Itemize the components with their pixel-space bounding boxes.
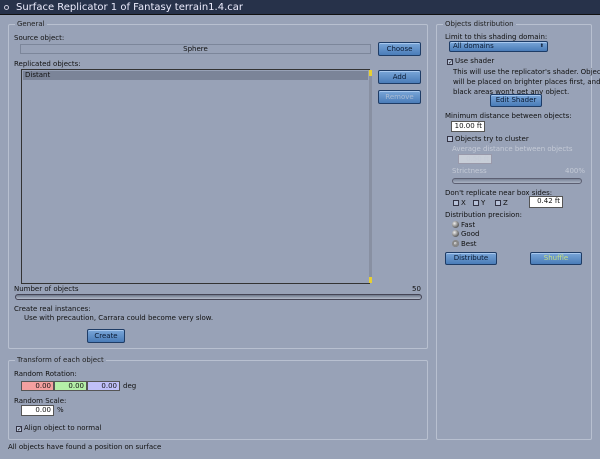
box-distance-field[interactable]: 0.42 ft <box>529 196 563 208</box>
strictness-label: Strictness <box>452 167 487 175</box>
min-distance-field[interactable]: 10.00 ft <box>451 121 485 132</box>
general-legend: General <box>15 20 47 28</box>
create-button[interactable]: Create <box>87 329 125 343</box>
box-z-checkbox[interactable]: Z <box>495 199 508 207</box>
create-warning: Use with precaution, Carrara could becom… <box>24 314 214 322</box>
status-text: All objects have found a position on sur… <box>8 443 162 451</box>
cluster-checkbox[interactable]: Objects try to cluster <box>447 135 529 143</box>
list-scrollbar[interactable] <box>369 70 372 283</box>
strictness-slider[interactable] <box>452 178 582 184</box>
replicated-list[interactable]: Distant <box>21 69 370 284</box>
remove-button[interactable]: Remove <box>378 90 421 104</box>
title-bar: Surface Replicator 1 of Fantasy terrain1… <box>0 0 600 15</box>
align-checkbox[interactable]: ✓ Align object to normal <box>16 424 102 433</box>
radio-best[interactable]: Best <box>452 240 477 248</box>
y-label: Y <box>481 199 486 207</box>
dropdown-arrow-icon: ⬍ <box>539 43 544 49</box>
use-shader-label: Use shader <box>455 57 495 65</box>
checkbox-icon[interactable] <box>473 200 479 206</box>
shader-description: This will use the replicator's shader. O… <box>453 68 600 96</box>
domain-dropdown[interactable]: All domains ⬍ <box>449 41 548 52</box>
precision-label: Distribution precision: <box>445 211 522 219</box>
rotation-label: Random Rotation: <box>14 370 77 378</box>
distribute-button[interactable]: Distribute <box>445 252 497 265</box>
strictness-value: 400% <box>565 167 586 175</box>
checkbox-checked-icon[interactable]: ✓ <box>16 426 22 433</box>
cluster-label: Objects try to cluster <box>455 135 529 143</box>
edit-shader-button[interactable]: Edit Shader <box>490 94 542 107</box>
fast-label: Fast <box>461 221 476 229</box>
use-shader-checkbox[interactable]: ✓ Use shader <box>447 57 495 66</box>
window-title: Surface Replicator 1 of Fantasy terrain1… <box>16 2 243 13</box>
replicated-label: Replicated objects: <box>14 60 81 68</box>
min-distance-label: Minimum distance between objects: <box>445 112 572 120</box>
list-item[interactable]: Distant <box>23 71 368 80</box>
radio-good[interactable]: Good <box>452 230 479 238</box>
checkbox-icon[interactable] <box>453 200 459 206</box>
good-label: Good <box>461 230 480 238</box>
number-slider[interactable] <box>15 294 422 300</box>
source-label: Source object: <box>14 34 65 42</box>
domain-value: All domains <box>453 42 494 50</box>
scale-unit: % <box>57 406 64 414</box>
x-label: X <box>461 199 466 207</box>
avg-distance-field[interactable]: 0.50 ft <box>458 154 492 164</box>
checkbox-icon[interactable] <box>495 200 501 206</box>
radio-icon[interactable] <box>452 230 459 237</box>
add-button[interactable]: Add <box>378 70 421 84</box>
number-value: 50 <box>412 285 421 293</box>
rotation-x-field[interactable]: 0.00 <box>21 381 54 391</box>
distribution-legend: Objects distribution <box>443 20 516 28</box>
checkbox-icon[interactable] <box>447 136 453 142</box>
z-label: Z <box>503 199 508 207</box>
shuffle-button[interactable]: Shuffle <box>530 252 582 265</box>
radio-icon[interactable] <box>452 221 459 228</box>
number-label: Number of objects <box>14 285 79 293</box>
transform-legend: Transform of each object <box>15 356 106 364</box>
source-object-field: Sphere <box>20 44 371 54</box>
rotation-y-field[interactable]: 0.00 <box>54 381 87 391</box>
scale-field[interactable]: 0.00 <box>21 405 54 416</box>
choose-button[interactable]: Choose <box>378 42 421 56</box>
checkbox-checked-icon[interactable]: ✓ <box>447 59 453 66</box>
best-label: Best <box>461 240 477 248</box>
align-label: Align object to normal <box>24 424 102 432</box>
window-close-icon[interactable] <box>4 5 9 10</box>
rotation-unit: deg <box>123 382 137 390</box>
rotation-z-field[interactable]: 0.00 <box>87 381 120 391</box>
radio-selected-icon[interactable] <box>452 240 459 247</box>
limit-label: Limit to this shading domain: <box>445 33 548 41</box>
box-x-checkbox[interactable]: X <box>453 199 466 207</box>
box-y-checkbox[interactable]: Y <box>473 199 485 207</box>
create-label: Create real instances: <box>14 305 91 313</box>
radio-fast[interactable]: Fast <box>452 221 475 229</box>
scale-label: Random Scale: <box>14 397 67 405</box>
avg-distance-label: Average distance between objects <box>452 145 573 153</box>
